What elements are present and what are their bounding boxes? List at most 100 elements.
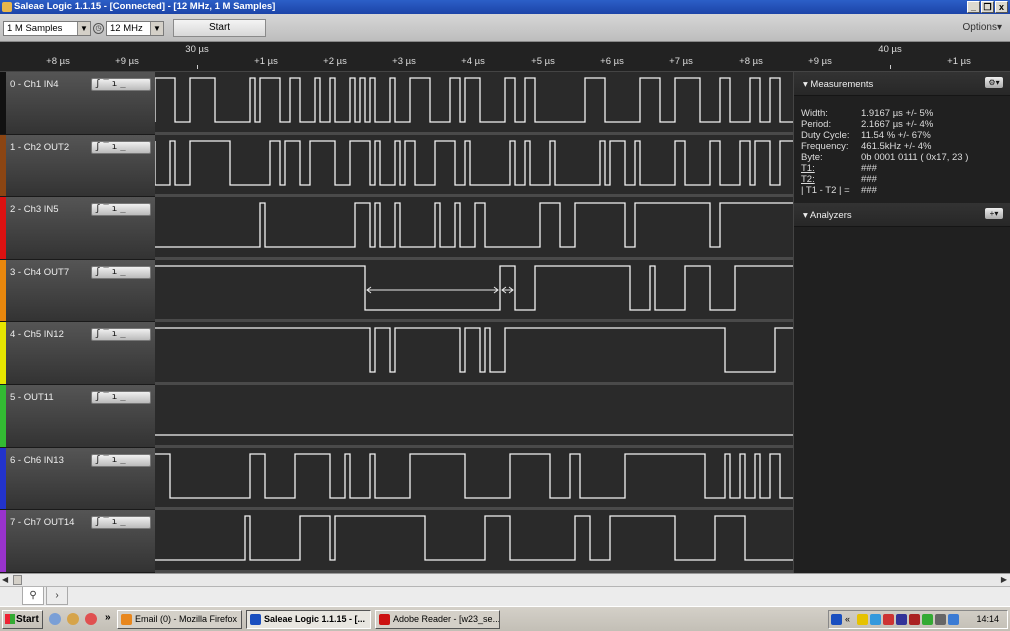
toolbar: 1 M Samples ▼ ◷ 12 MHz ▼ Start Options▾ [0, 14, 1010, 42]
waveform-area[interactable] [155, 385, 793, 448]
channel-name[interactable]: 0 - Ch1 IN4 [10, 79, 59, 90]
waveform-area[interactable] [155, 322, 793, 385]
measurement-row: | T1 - T2 | = ### [801, 185, 968, 196]
waveform-trace [155, 139, 793, 186]
channel-color-swatch[interactable] [0, 134, 6, 197]
channel-name[interactable]: 4 - Ch5 IN12 [10, 329, 64, 340]
add-analyzer-icon[interactable]: +▾ [985, 208, 1003, 219]
waveform-area[interactable] [155, 134, 793, 198]
measurement-value: 2.1667 µs +/- 4% [861, 119, 934, 130]
frequency-select[interactable]: 12 MHz ▼ [106, 21, 164, 36]
samples-select[interactable]: 1 M Samples ▼ [3, 21, 91, 36]
measurement-value: 0b 0001 0111 ( 0x17, 23 ) [861, 152, 969, 163]
channel-color-swatch[interactable] [0, 447, 6, 510]
channel-row: 3 - Ch4 OUT7 ʃ‾ɿ_ [0, 259, 793, 323]
channel-name[interactable]: 7 - Ch7 OUT14 [10, 517, 74, 528]
task-label: Adobe Reader - [w23_se... [393, 614, 500, 624]
trigger-buttons[interactable]: ʃ‾ɿ_ [91, 328, 151, 342]
clock[interactable]: 14:14 [976, 614, 999, 624]
channel-name[interactable]: 2 - Ch3 IN5 [10, 204, 59, 215]
close-button[interactable]: x [995, 1, 1008, 13]
waveform-area[interactable] [155, 447, 793, 511]
trigger-buttons[interactable]: ʃ‾ɿ_ [91, 453, 151, 467]
channel-color-swatch[interactable] [0, 259, 6, 322]
measurement-label: Frequency: [801, 141, 849, 152]
quick-launch-icon[interactable] [67, 613, 79, 625]
channel-label-panel[interactable]: 0 - Ch1 IN4 ʃ‾ɿ_ [0, 72, 155, 135]
tray-icon[interactable] [948, 614, 959, 625]
measurement-label[interactable]: T2: [801, 174, 861, 185]
channel-name[interactable]: 5 - OUT11 [10, 392, 54, 403]
minimize-button[interactable]: _ [967, 1, 980, 13]
waveform-area[interactable] [155, 72, 793, 135]
taskbar-task-button[interactable]: Adobe Reader - [w23_se... [375, 610, 500, 629]
chevron-down-icon[interactable]: ▼ [77, 22, 90, 35]
restore-button[interactable]: ❐ [981, 1, 994, 13]
scroll-left-icon[interactable]: ◀ [2, 575, 8, 584]
ruler-minor-label: +1 µs [254, 56, 278, 67]
trigger-buttons[interactable]: ʃ‾ɿ_ [91, 391, 151, 404]
channel-name[interactable]: 3 - Ch4 OUT7 [10, 267, 69, 278]
channel-color-swatch[interactable] [0, 385, 6, 447]
taskbar-task-button[interactable]: Saleae Logic 1.1.15 - [... [246, 610, 371, 629]
waveform-area[interactable] [155, 197, 793, 260]
quick-launch-icon[interactable] [85, 613, 97, 625]
trigger-buttons[interactable]: ʃ‾ɿ_ [91, 140, 151, 154]
trigger-buttons[interactable]: ʃ‾ɿ_ [91, 265, 151, 279]
channel-color-swatch[interactable] [0, 197, 6, 259]
ruler-tick [197, 65, 198, 69]
taskbar-task-button[interactable]: Email (0) - Mozilla Firefox [117, 610, 242, 629]
analyzers-title: ▾ Analyzers [803, 210, 852, 221]
channel-color-swatch[interactable] [0, 72, 6, 134]
start-menu-button[interactable]: Start [2, 610, 43, 629]
channel-color-swatch[interactable] [0, 510, 6, 572]
scroll-thumb[interactable] [13, 575, 22, 585]
trigger-buttons[interactable]: ʃ‾ɿ_ [91, 203, 151, 217]
start-button[interactable]: Start [173, 19, 266, 37]
tray-expand-icon[interactable]: « [845, 614, 856, 625]
analyzers-header[interactable]: ▾ Analyzers +▾ [794, 203, 1010, 227]
options-button[interactable]: Options▾ [963, 22, 1002, 33]
channel-label-panel[interactable]: 4 - Ch5 IN12 ʃ‾ɿ_ [0, 322, 155, 385]
tray-icon[interactable] [831, 614, 842, 625]
trigger-buttons[interactable]: ʃ‾ɿ_ [91, 516, 151, 530]
tray-icon[interactable] [896, 614, 907, 625]
next-tab-icon[interactable]: › [46, 587, 68, 605]
channel-color-swatch[interactable] [0, 322, 6, 384]
waveform-area[interactable] [155, 259, 793, 323]
measurement-label: Width: [801, 108, 828, 119]
ruler-minor-label: +1 µs [947, 56, 971, 67]
tray-icon[interactable] [857, 614, 868, 625]
measurement-label[interactable]: T1: [801, 163, 861, 174]
tray-icon[interactable] [870, 614, 881, 625]
tray-icon[interactable] [909, 614, 920, 625]
tray-icon[interactable] [883, 614, 894, 625]
scroll-right-icon[interactable]: ▶ [1001, 575, 1007, 584]
timeline-ruler[interactable]: 30 µs 40 µs +8 µs +9 µs +1 µs +2 µs +3 µs +4 µs… [0, 42, 1010, 72]
waveform-svg [155, 139, 793, 186]
tray-icon[interactable] [935, 614, 946, 625]
more-icon[interactable]: » [105, 612, 111, 623]
measurement-row: Frequency: 461.5kHz +/- 4% [801, 141, 968, 152]
channel-label-panel[interactable]: 7 - Ch7 OUT14 ʃ‾ɿ_ [0, 510, 155, 573]
gear-icon[interactable]: ⚙▾ [985, 77, 1003, 88]
horizontal-scrollbar[interactable]: ◀ ▶ [0, 573, 1010, 586]
quick-launch-icon[interactable] [49, 613, 61, 625]
channel-name[interactable]: 1 - Ch2 OUT2 [10, 142, 69, 153]
search-icon[interactable]: ⚲ [22, 587, 44, 605]
chevron-down-icon[interactable]: ▼ [150, 22, 163, 35]
trigger-buttons[interactable]: ʃ‾ɿ_ [91, 78, 151, 91]
channel-label-panel[interactable]: 1 - Ch2 OUT2 ʃ‾ɿ_ [0, 134, 155, 198]
waveform-area[interactable] [155, 510, 793, 573]
channel-label-panel[interactable]: 3 - Ch4 OUT7 ʃ‾ɿ_ [0, 259, 155, 323]
measurements-header[interactable]: ▾ Measurements ⚙▾ [794, 72, 1010, 96]
channel-name[interactable]: 6 - Ch6 IN13 [10, 455, 64, 466]
waveform-svg [155, 452, 793, 499]
measurement-value: 1.9167 µs +/- 5% [861, 108, 934, 119]
channel-label-panel[interactable]: 6 - Ch6 IN13 ʃ‾ɿ_ [0, 447, 155, 511]
channel-label-panel[interactable]: 5 - OUT11 ʃ‾ɿ_ [0, 385, 155, 448]
tray-icon[interactable] [922, 614, 933, 625]
channel-label-panel[interactable]: 2 - Ch3 IN5 ʃ‾ɿ_ [0, 197, 155, 260]
measurement-value: ### [861, 163, 877, 174]
measurement-row: T1: ### [801, 163, 968, 174]
